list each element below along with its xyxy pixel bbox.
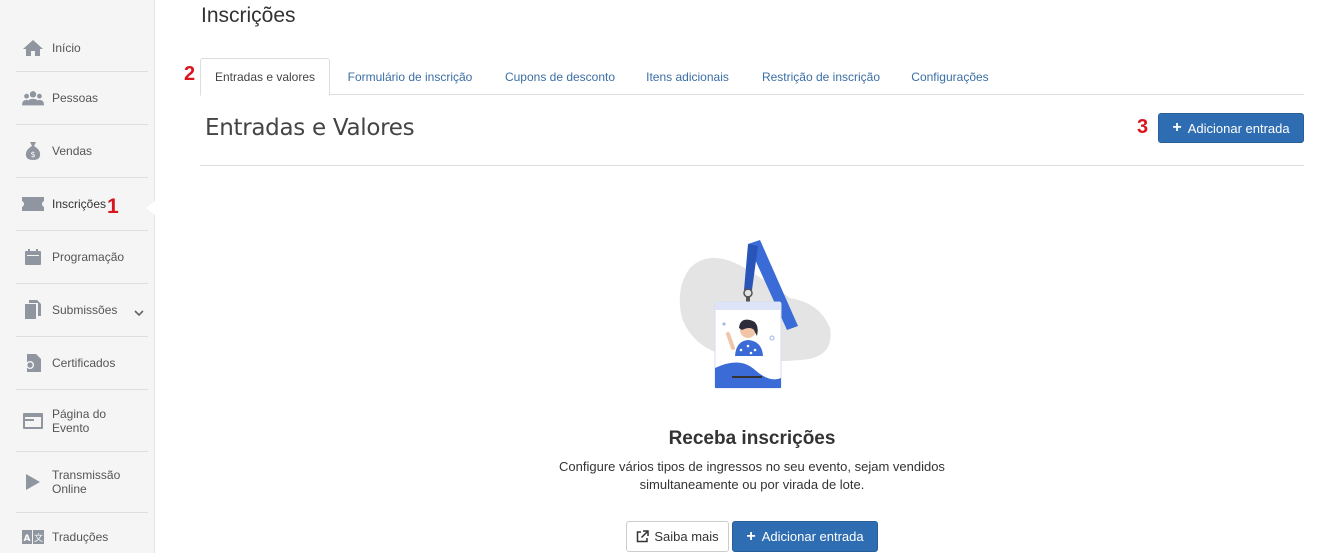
sidebar-item-pagina-do-evento[interactable]: Página do Evento <box>16 390 148 452</box>
page-title: Inscrições <box>201 4 296 27</box>
webpage-icon <box>22 411 44 431</box>
plus-icon: + <box>746 527 756 545</box>
tab-bar: Entradas e valores Formulário de inscriç… <box>200 58 1304 96</box>
sidebar-item-label: Página do Evento <box>52 406 107 435</box>
tab-entradas-e-valores[interactable]: Entradas e valores <box>200 58 330 96</box>
sidebar-item-inicio[interactable]: Início <box>16 24 148 72</box>
certificate-icon <box>22 353 44 373</box>
sidebar-item-certificados[interactable]: Certificados <box>16 337 148 390</box>
tab-itens-adicionais[interactable]: Itens adicionais <box>630 58 745 95</box>
money-bag-icon: $ <box>22 141 44 161</box>
tab-label: Entradas e valores <box>214 70 316 84</box>
sidebar-item-label: Submissões <box>52 303 118 317</box>
documents-icon <box>22 300 44 320</box>
sidebar-item-label: Vendas <box>52 144 93 158</box>
translate-icon: A文 <box>22 527 44 547</box>
tab-label: Restrição de inscrição <box>761 69 881 84</box>
add-entry-empty-button[interactable]: + Adicionar entrada <box>732 521 878 552</box>
empty-state-title: Receba inscrições <box>668 428 836 449</box>
svg-text:A: A <box>24 534 31 544</box>
section-divider <box>200 165 1304 166</box>
sidebar-item-vendas[interactable]: $ Vendas <box>16 125 148 178</box>
play-icon <box>22 472 44 492</box>
tab-restricao-de-inscricao[interactable]: Restrição de inscrição <box>745 58 897 95</box>
section-title: Entradas e Valores <box>205 115 415 141</box>
sidebar-item-label: Pessoas <box>52 91 99 105</box>
tab-label: Configurações <box>911 69 989 84</box>
sidebar-item-label: Transmissão Online <box>52 468 121 496</box>
step-marker-3: 3 <box>1137 116 1149 138</box>
tab-cupons-de-desconto[interactable]: Cupons de desconto <box>490 58 630 95</box>
badge-illustration <box>670 238 840 398</box>
sidebar-item-pessoas[interactable]: Pessoas <box>16 72 148 125</box>
external-link-icon <box>637 530 650 543</box>
sidebar-item-transmissao-online[interactable]: Transmissão Online <box>16 452 148 513</box>
tab-configuracoes[interactable]: Configurações <box>897 58 1003 95</box>
tab-label: Itens adicionais <box>646 69 729 84</box>
add-entry-label: Adicionar entrada <box>761 529 864 544</box>
tab-label: Cupons de desconto <box>504 69 616 84</box>
add-entry-label: Adicionar entrada <box>1187 120 1290 136</box>
svg-text:文: 文 <box>34 532 43 544</box>
learn-more-label: Saiba mais <box>654 529 719 544</box>
step-marker-2: 2 <box>184 63 196 85</box>
sidebar-item-label: Traduções <box>52 530 109 544</box>
step-marker-1: 1 <box>107 195 119 218</box>
sidebar-item-label: Inscrições <box>52 197 107 211</box>
svg-text:$: $ <box>30 150 35 159</box>
sidebar-item-label: Início <box>52 40 81 55</box>
add-entry-button[interactable]: + Adicionar entrada <box>1158 113 1304 143</box>
ticket-icon <box>22 194 44 214</box>
sidebar-item-inscricoes[interactable]: Inscrições <box>16 178 148 231</box>
tab-label: Formulário de inscrição <box>347 69 473 84</box>
sidebar-item-traducoes[interactable]: A文 Traduções <box>16 513 148 553</box>
active-caret <box>146 201 155 215</box>
sidebar-item-programacao[interactable]: Programação <box>16 231 148 284</box>
sidebar-item-label: Programação <box>52 250 125 264</box>
learn-more-button[interactable]: Saiba mais <box>626 521 729 552</box>
people-icon <box>22 88 44 108</box>
tab-formulario-de-inscricao[interactable]: Formulário de inscrição <box>330 58 490 95</box>
calendar-icon <box>22 247 44 267</box>
chevron-down-icon[interactable] <box>134 305 144 323</box>
sidebar: Início Pessoas $ Vendas Inscrições Progr… <box>0 0 155 553</box>
plus-icon: + <box>1172 119 1182 136</box>
empty-state-description: Configure vários tipos de ingressos no s… <box>559 459 945 492</box>
home-icon <box>22 38 44 58</box>
sidebar-item-label: Certificados <box>52 356 116 370</box>
sidebar-item-submissoes[interactable]: Submissões <box>16 284 148 337</box>
